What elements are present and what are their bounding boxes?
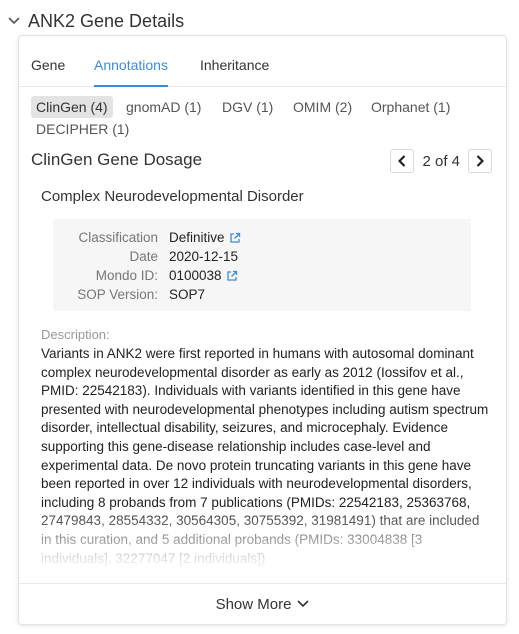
- source-chip-clingen[interactable]: ClinGen (4): [31, 96, 113, 118]
- gene-details-card: Gene Annotations Inheritance ClinGen (4)…: [18, 35, 507, 625]
- detail-value: 2020-12-15: [169, 249, 239, 264]
- next-button[interactable]: [468, 149, 492, 173]
- chevron-right-icon: [476, 155, 484, 167]
- external-link-icon[interactable]: [226, 270, 238, 282]
- source-chip-gnomad[interactable]: gnomAD (1): [126, 96, 201, 118]
- detail-value: SOP7: [169, 287, 206, 302]
- disorder-name: Complex Neurodevelopmental Disorder: [41, 188, 304, 205]
- detail-label: SOP Version:: [77, 287, 158, 302]
- tab-inheritance[interactable]: Inheritance: [200, 56, 269, 85]
- page-indicator: 2 of 4: [422, 152, 460, 170]
- gene-details-header[interactable]: ANK2 Gene Details: [0, 6, 184, 36]
- description-text: Variants in ANK2 were first reported in …: [41, 346, 489, 566]
- chevron-down-icon: [297, 600, 310, 608]
- detail-row-date: Date 2020-12-15: [53, 249, 471, 268]
- source-chip-decipher[interactable]: DECIPHER (1): [36, 118, 129, 140]
- show-more-button[interactable]: Show More: [216, 596, 310, 613]
- tab-gene[interactable]: Gene: [31, 56, 65, 85]
- tab-bar: Gene Annotations Inheritance: [19, 36, 506, 87]
- chevron-down-icon[interactable]: [0, 6, 28, 36]
- source-chip-orphanet[interactable]: Orphanet (1): [371, 96, 450, 118]
- detail-value-container: 2020-12-15: [169, 249, 238, 264]
- detail-value-container: SOP7: [169, 287, 205, 302]
- show-more-label: Show More: [215, 595, 292, 613]
- section-title: ClinGen Gene Dosage: [31, 150, 203, 169]
- tab-annotations[interactable]: Annotations: [94, 56, 168, 87]
- external-link-icon[interactable]: [229, 232, 241, 244]
- previous-button[interactable]: [390, 149, 415, 173]
- chevron-left-icon: [398, 155, 406, 167]
- detail-value-container: Definitive: [169, 230, 241, 245]
- detail-row-classification: Classification Definitive: [53, 230, 471, 249]
- detail-label: Mondo ID:: [95, 268, 158, 283]
- detail-value: 0100038: [169, 268, 222, 283]
- source-chip-dgv[interactable]: DGV (1): [222, 96, 273, 118]
- description-label: Description:: [41, 327, 110, 342]
- detail-label: Classification: [78, 230, 158, 245]
- detail-row-mondo-id: Mondo ID: 0100038: [53, 268, 471, 287]
- detail-row-sop-version: SOP Version: SOP7: [53, 287, 471, 306]
- record-pager: 2 of 4: [390, 149, 492, 173]
- detail-value-container: 0100038: [169, 268, 238, 283]
- page-title: ANK2 Gene Details: [28, 10, 185, 31]
- source-chip-omim[interactable]: OMIM (2): [293, 96, 352, 118]
- show-more-bar: Show More: [19, 583, 506, 624]
- detail-label: Date: [129, 249, 158, 264]
- detail-value: Definitive: [169, 230, 225, 245]
- details-box: Classification Definitive Date 2020-12-1…: [53, 219, 471, 311]
